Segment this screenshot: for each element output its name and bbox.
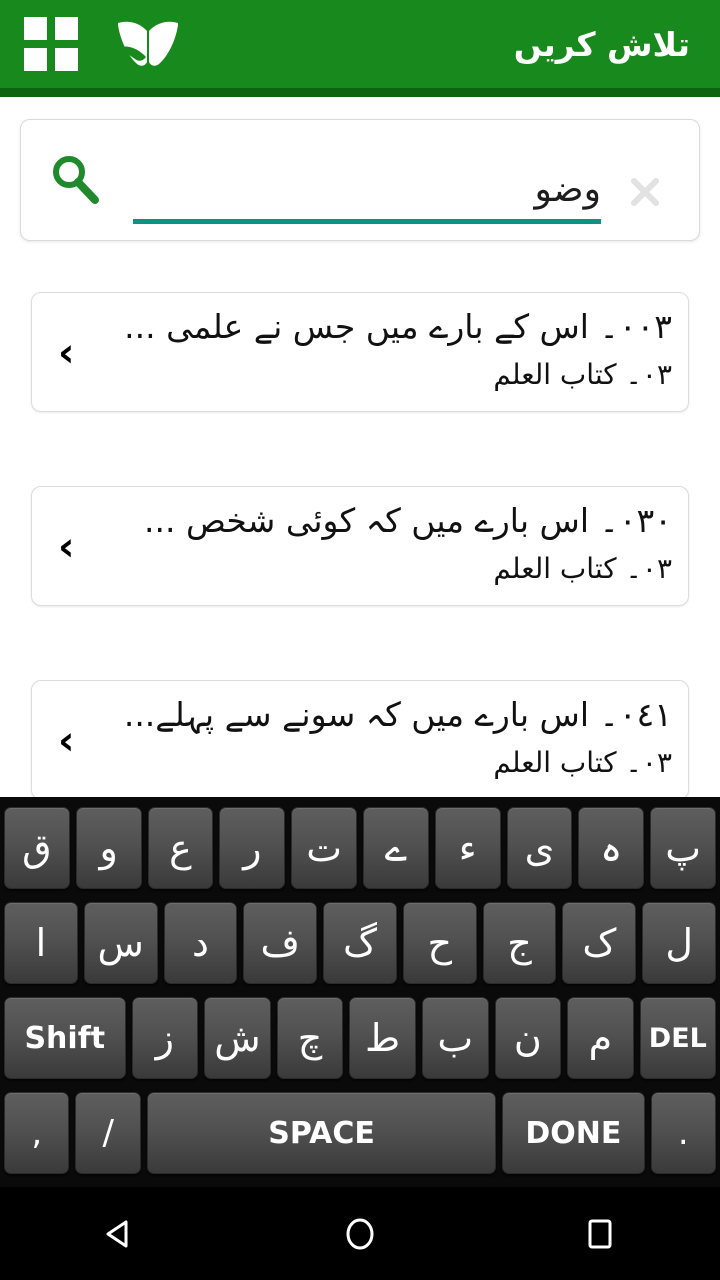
chevron-left-icon: ‹	[58, 524, 75, 570]
search-icon[interactable]	[48, 152, 104, 208]
key-mim[interactable]: م	[567, 997, 634, 1079]
result-subtitle: ۰۳۔ کتاب العلم	[493, 746, 672, 779]
key-ain[interactable]: ع	[147, 807, 214, 889]
grid-cell	[55, 48, 78, 71]
result-text: ۰٤۱۔ اس بارے میں کہ سونے سے پہلے... ۰۳۔ …	[104, 689, 672, 785]
result-text: ۰۰۳۔ اس کے بارے میں جس نے علمی ... ۰۳۔ ک…	[104, 301, 672, 397]
android-navigation-bar	[0, 1187, 720, 1280]
result-title: ۰۳۰۔ اس بارے میں کہ کوئی شخص ...	[143, 501, 672, 540]
key-slash[interactable]: /	[75, 1092, 141, 1174]
search-input-value: وضو	[534, 169, 601, 210]
key-lam[interactable]: ل	[642, 902, 717, 984]
key-toe[interactable]: ط	[349, 997, 416, 1079]
key-done[interactable]: DONE	[502, 1092, 645, 1174]
key-pe[interactable]: پ	[650, 807, 716, 889]
key-hay[interactable]: ح	[402, 902, 477, 984]
key-choti-ye[interactable]: ی	[506, 807, 573, 889]
recents-button[interactable]	[545, 1187, 655, 1280]
keyboard-row: ق و ع ر ت ے ء ی ہ پ	[0, 803, 720, 893]
urdu-keyboard: ق و ع ر ت ے ء ی ہ پ ا س د ف گ ح ج ک ل Sh…	[0, 797, 720, 1187]
key-fe[interactable]: ف	[243, 902, 318, 984]
result-item[interactable]: ‹ ۰٤۱۔ اس بارے میں کہ سونے سے پہلے... ۰۳…	[31, 680, 689, 800]
key-hamza[interactable]: ء	[434, 807, 501, 889]
result-title: ۰۰۳۔ اس کے بارے میں جس نے علمی ...	[124, 307, 672, 346]
key-jim[interactable]: ج	[482, 902, 557, 984]
header-bottom-strip	[0, 88, 720, 97]
key-qaf[interactable]: ق	[4, 807, 70, 889]
app-root: تلاش کریں وضو ‹ ۰۰۳۔ اس کے بارے میں جس ن…	[0, 0, 720, 1280]
key-he[interactable]: ہ	[578, 807, 645, 889]
key-alif[interactable]: ا	[3, 902, 78, 984]
key-che[interactable]: چ	[276, 997, 344, 1079]
open-book-icon[interactable]	[112, 16, 184, 72]
grid-cell	[55, 17, 78, 40]
keyboard-row: , / SPACE DONE .	[0, 1088, 720, 1178]
key-comma[interactable]: ,	[4, 1092, 70, 1174]
key-kaf[interactable]: ک	[562, 902, 637, 984]
key-sin[interactable]: س	[83, 902, 158, 984]
key-shin[interactable]: ش	[204, 997, 271, 1079]
back-button[interactable]	[65, 1187, 175, 1280]
result-text: ۰۳۰۔ اس بارے میں کہ کوئی شخص ... ۰۳۔ کتا…	[104, 495, 672, 591]
key-shift[interactable]: Shift	[4, 997, 126, 1079]
result-title: ۰٤۱۔ اس بارے میں کہ سونے سے پہلے...	[123, 695, 672, 734]
keyboard-row: Shift ز ش چ ط ب ن م DEL	[0, 993, 720, 1083]
grid-cell	[24, 48, 47, 71]
result-subtitle: ۰۳۔ کتاب العلم	[493, 358, 672, 391]
key-bari-ye[interactable]: ے	[363, 807, 429, 889]
key-waw[interactable]: و	[75, 807, 142, 889]
grid-cell	[24, 17, 47, 40]
key-delete[interactable]: DEL	[639, 997, 716, 1079]
home-button[interactable]	[305, 1187, 415, 1280]
key-be[interactable]: ب	[421, 997, 489, 1079]
search-results-list: ‹ ۰۰۳۔ اس کے بارے میں جس نے علمی ... ۰۳۔…	[0, 278, 720, 800]
chevron-left-icon: ‹	[58, 718, 75, 764]
key-space[interactable]: SPACE	[146, 1092, 497, 1174]
key-nun[interactable]: ن	[494, 997, 562, 1079]
result-subtitle: ۰۳۔ کتاب العلم	[493, 552, 672, 585]
key-ze[interactable]: ز	[131, 997, 199, 1079]
page-title: تلاش کریں	[513, 24, 690, 64]
grid-menu-icon[interactable]	[24, 17, 78, 71]
search-input[interactable]: وضو	[133, 142, 601, 224]
search-input-underline	[133, 219, 601, 224]
key-re[interactable]: ر	[219, 807, 286, 889]
app-header: تلاش کریں	[0, 0, 720, 88]
key-period[interactable]: .	[650, 1092, 716, 1174]
clear-search-icon[interactable]	[625, 172, 665, 212]
result-item[interactable]: ‹ ۰۰۳۔ اس کے بارے میں جس نے علمی ... ۰۳۔…	[31, 292, 689, 412]
key-dal[interactable]: د	[163, 902, 238, 984]
key-te[interactable]: ت	[291, 807, 357, 889]
chevron-left-icon: ‹	[58, 330, 75, 376]
key-gaf[interactable]: گ	[323, 902, 397, 984]
keyboard-row: ا س د ف گ ح ج ک ل	[0, 898, 720, 988]
result-item[interactable]: ‹ ۰۳۰۔ اس بارے میں کہ کوئی شخص ... ۰۳۔ ک…	[31, 486, 689, 606]
search-bar[interactable]: وضو	[20, 119, 700, 241]
